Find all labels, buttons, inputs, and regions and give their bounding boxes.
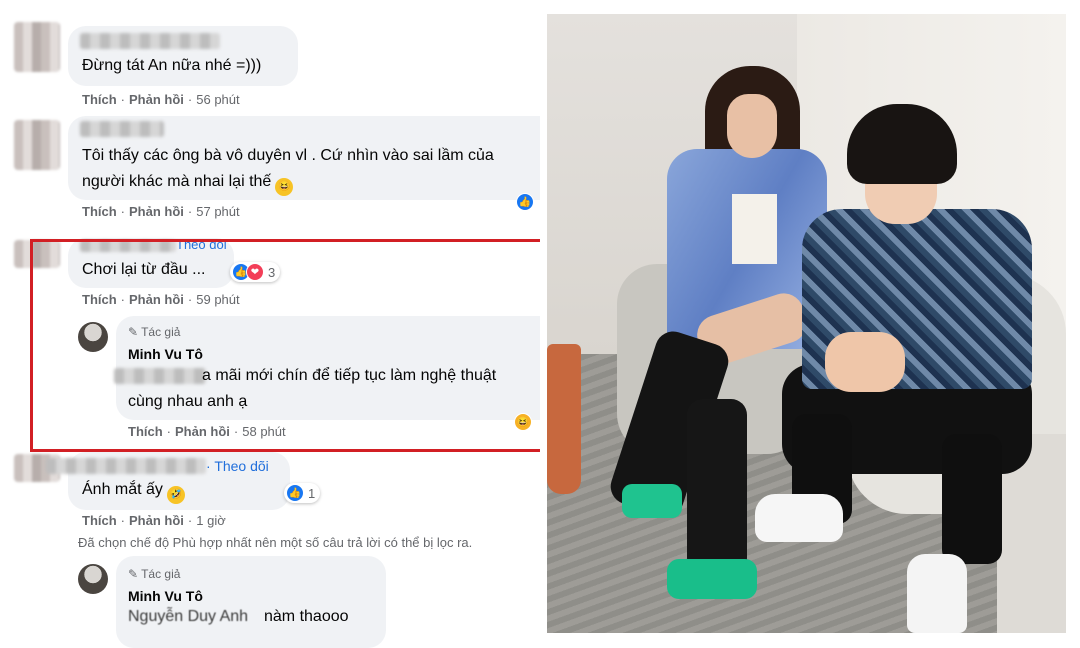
reply-link[interactable]: Phản hồi [175,424,230,439]
comment-actions: Thích · Phản hồi · 57 phút [82,204,240,219]
follow-link[interactable]: Theo dõi [176,237,227,249]
reply-text-line-2: cùng nhau anh ạ [128,393,248,410]
comment-actions: Thích · Phản hồi · 56 phút [82,92,240,107]
commenter-name[interactable] [80,240,176,252]
photo [547,14,1066,633]
commenter-name[interactable] [80,33,220,49]
mention-name[interactable] [114,368,206,384]
commenter-name[interactable] [80,121,164,137]
pencil-icon: ✎ [128,567,139,581]
reaction-summary[interactable]: 😆 [514,412,532,432]
reply-link[interactable]: Phản hồi [129,204,184,219]
like-link[interactable]: Thích [82,513,117,528]
comment-time[interactable]: 59 phút [196,292,239,307]
love-icon: ❤ [246,263,264,281]
reply-time[interactable]: 58 phút [242,424,285,439]
comment-actions: Thích · Phản hồi · 1 giờ [82,513,226,528]
author-name[interactable]: Minh Vu Tô [128,346,203,362]
reply-text: nàm thaooo [264,608,349,625]
commenter-name[interactable] [46,458,206,474]
like-link[interactable]: Thích [82,292,117,307]
haha-icon: 😆 [514,413,532,431]
filter-notice: Đã chọn chế độ Phù hợp nhất nên một số c… [78,535,473,550]
reply-text-line-1: a mãi mới chín để tiếp tục làm nghệ thuậ… [202,367,497,384]
comment-time[interactable]: 57 phút [196,204,239,219]
comment-text-line-1: Tôi thấy các ông bà vô duyên vl . Cứ nhì… [82,147,494,164]
reply-link[interactable]: Phản hồi [129,513,184,528]
like-link[interactable]: Thích [128,424,163,439]
author-name[interactable]: Minh Vu Tô [128,588,203,604]
rofl-emoji: 🤣 [166,486,185,504]
reply-link[interactable]: Phản hồi [129,292,184,307]
comment-time[interactable]: 56 phút [196,92,239,107]
like-icon: 👍 [516,193,534,211]
commenter-avatar[interactable] [14,240,60,268]
pencil-icon: ✎ [128,325,139,339]
author-avatar[interactable] [78,322,108,352]
mention-name[interactable]: Nguyễn Duy Anh [128,607,248,627]
comment-text: Chơi lại từ đầu ... [82,261,206,278]
reaction-count: 3 [268,264,276,280]
author-badge: ✎ Tác giả [128,325,181,339]
comment-text: Ánh mắt ấy 🤣 [82,480,185,504]
comment-text: Đừng tát An nữa nhé =))) [82,57,262,74]
reply-actions: Thích · Phản hồi · 58 phút [128,424,286,439]
author-avatar[interactable] [78,564,108,594]
like-link[interactable]: Thích [82,92,117,107]
comment-actions: Thích · Phản hồi · 59 phút [82,292,240,307]
comment-thread: Đừng tát An nữa nhé =))) Thích · Phản hồi ·… [0,0,540,648]
commenter-avatar[interactable] [14,120,60,170]
reaction-summary[interactable]: 👍 [516,192,534,212]
reaction-summary[interactable]: 👍 1 [284,483,321,503]
like-icon: 👍 [286,484,304,502]
author-badge: ✎ Tác giả [128,567,181,581]
like-link[interactable]: Thích [82,204,117,219]
comment-time[interactable]: 1 giờ [196,513,226,528]
commenter-avatar[interactable] [14,22,60,72]
follow-link[interactable]: · Theo dõi [206,458,269,474]
reply-link[interactable]: Phản hồi [129,92,184,107]
haha-emoji: 😆 [275,178,294,196]
reaction-summary[interactable]: 👍 ❤ 3 [230,262,281,282]
comment-text-line-2: người khác mà nhai lại thế 😆 [82,172,294,196]
reaction-count: 1 [308,485,316,501]
orange-stool [547,344,581,494]
